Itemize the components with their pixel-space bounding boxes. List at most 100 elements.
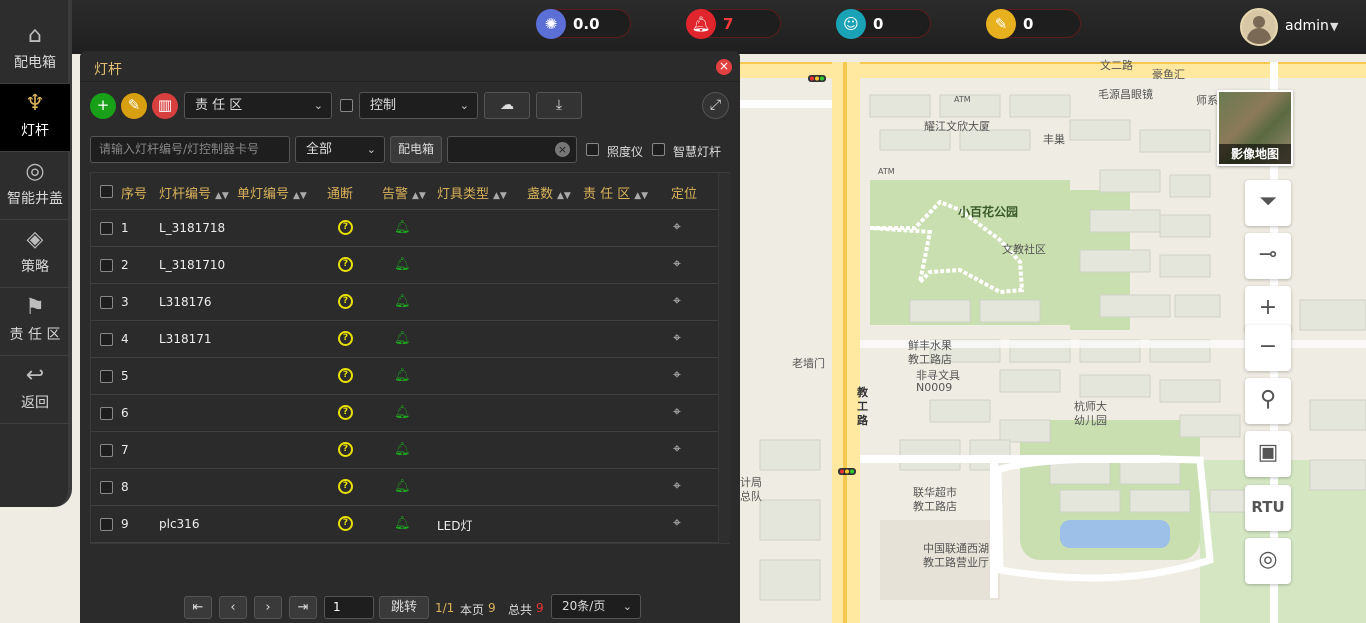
chevron-down-icon: ⌄	[313, 99, 323, 112]
location-pin-icon[interactable]: ⌖	[673, 404, 681, 420]
brightness-stat[interactable]: ✺ 0.0	[536, 9, 631, 39]
switch-status-icon[interactable]: ?	[338, 220, 353, 235]
rtu-button[interactable]: RTU	[1245, 485, 1291, 531]
cloud-download-button[interactable]: ☁	[484, 92, 530, 119]
alarm-stat[interactable]: 🔔︎ 7	[686, 9, 781, 39]
first-page-button[interactable]: ⇤	[184, 596, 212, 619]
table-row[interactable]: 4 L318171? 🔔︎ ⌖	[91, 321, 718, 358]
switch-status-icon[interactable]: ?	[338, 516, 353, 531]
row-checkbox[interactable]	[100, 407, 113, 420]
switch-status-icon[interactable]: ?	[338, 442, 353, 457]
header-count[interactable]: 盏数 ▲▼	[527, 183, 571, 202]
sidebar-item-strategy[interactable]: ◈ 策略	[0, 220, 70, 288]
measure-button[interactable]: ⊸	[1245, 233, 1291, 279]
header-alarm[interactable]: 告警 ▲▼	[382, 183, 426, 202]
location-pin-icon[interactable]: ⌖	[673, 293, 681, 309]
alarm-bell-icon[interactable]: 🔔︎	[394, 220, 411, 235]
status-select[interactable]: 全部 ⌄	[295, 136, 385, 163]
switch-status-icon[interactable]: ?	[338, 479, 353, 494]
filter-button[interactable]: ⏷	[1245, 180, 1291, 226]
alarm-bell-icon[interactable]: 🔔︎	[394, 442, 411, 457]
row-checkbox[interactable]	[100, 481, 113, 494]
row-checkbox[interactable]	[100, 518, 113, 531]
last-page-button[interactable]: ⇥	[289, 596, 317, 619]
close-button[interactable]: ×	[716, 59, 732, 75]
download-button[interactable]: ⤓	[536, 92, 582, 119]
table-row[interactable]: 3 L318176? 🔔︎ ⌖	[91, 284, 718, 321]
alarm-bell-icon[interactable]: 🔔︎	[394, 479, 411, 494]
locate-button[interactable]: ◎	[1245, 538, 1291, 584]
header-switch[interactable]: 通断	[327, 183, 353, 202]
row-checkbox[interactable]	[100, 296, 113, 309]
add-button[interactable]: +	[90, 93, 116, 119]
switch-status-icon[interactable]: ?	[338, 257, 353, 272]
next-page-button[interactable]: ›	[254, 596, 282, 619]
scrollbar[interactable]	[718, 173, 730, 543]
header-lamp-type[interactable]: 灯具类型 ▲▼	[437, 183, 507, 202]
alarm-bell-icon[interactable]: 🔔︎	[394, 294, 411, 309]
alarm-bell-icon[interactable]: 🔔︎	[394, 405, 411, 420]
toolbox-button[interactable]: ▣	[1245, 431, 1291, 477]
location-pin-icon[interactable]: ⌖	[673, 515, 681, 531]
table-row[interactable]: 1 L_3181718? 🔔︎ ⌖	[91, 210, 718, 247]
sidebar-item-lamp-pole[interactable]: ♆ 灯杆	[0, 84, 70, 152]
distribution-box-input[interactable]: ×	[447, 136, 577, 163]
chevron-down-icon: ⌄	[366, 143, 376, 156]
switch-status-icon[interactable]: ?	[338, 294, 353, 309]
location-pin-icon[interactable]: ⌖	[673, 478, 681, 494]
sidebar-item-manhole[interactable]: ◎ 智能井盖	[0, 152, 70, 220]
zoom-out-button[interactable]: −	[1245, 325, 1291, 371]
select-all-checkbox[interactable]	[100, 185, 113, 198]
table-row[interactable]: 9 plc316? 🔔︎ LED灯 ⌖	[91, 506, 718, 543]
alarm-bell-icon[interactable]: 🔔︎	[394, 257, 411, 272]
sidebar-item-back[interactable]: ↩ 返回	[0, 356, 70, 424]
location-pin-icon[interactable]: ⌖	[673, 441, 681, 457]
search-map-button[interactable]: ⚲	[1245, 378, 1291, 424]
per-page-select[interactable]: 20条/页 ⌄	[551, 594, 641, 619]
row-checkbox[interactable]	[100, 259, 113, 272]
light-meter-checkbox[interactable]	[586, 143, 599, 156]
table-row[interactable]: 6? 🔔︎ ⌖	[91, 395, 718, 432]
satellite-map-toggle[interactable]: 影像地图	[1217, 90, 1293, 166]
page-input[interactable]: 1	[324, 596, 374, 619]
switch-status-icon[interactable]: ?	[338, 405, 353, 420]
jump-button[interactable]: 跳转	[379, 596, 429, 619]
row-checkbox[interactable]	[100, 333, 113, 346]
table-row[interactable]: 7? 🔔︎ ⌖	[91, 432, 718, 469]
header-no[interactable]: 序号	[121, 183, 147, 202]
row-checkbox[interactable]	[100, 222, 113, 235]
row-checkbox[interactable]	[100, 444, 113, 457]
sidebar-item-distribution-box[interactable]: ⌂ 配电箱	[0, 16, 70, 84]
alarm-bell-icon[interactable]: 🔔︎	[394, 368, 411, 383]
distribution-box-button[interactable]: 配电箱	[390, 136, 442, 163]
control-checkbox[interactable]	[340, 99, 353, 112]
control-select[interactable]: 控制 ⌄	[359, 92, 478, 119]
row-checkbox[interactable]	[100, 370, 113, 383]
header-locate[interactable]: 定位	[671, 183, 697, 202]
location-pin-icon[interactable]: ⌖	[673, 256, 681, 272]
location-pin-icon[interactable]: ⌖	[673, 330, 681, 346]
expand-button[interactable]: ⤢	[702, 92, 729, 119]
location-pin-icon[interactable]: ⌖	[673, 367, 681, 383]
delete-button[interactable]: ▥	[152, 93, 178, 119]
clear-icon[interactable]: ×	[555, 142, 570, 157]
sidebar-item-zone[interactable]: ⚑ 责 任 区	[0, 288, 70, 356]
table-row[interactable]: 5? 🔔︎ ⌖	[91, 358, 718, 395]
alarm-bell-icon[interactable]: 🔔︎	[394, 331, 411, 346]
header-lamp-no[interactable]: 单灯编号 ▲▼	[237, 183, 307, 202]
prev-page-button[interactable]: ‹	[219, 596, 247, 619]
header-pole-no[interactable]: 灯杆编号 ▲▼	[159, 183, 229, 202]
location-pin-icon[interactable]: ⌖	[673, 219, 681, 235]
switch-status-icon[interactable]: ?	[338, 331, 353, 346]
smart-pole-checkbox[interactable]	[652, 143, 665, 156]
switch-status-icon[interactable]: ?	[338, 368, 353, 383]
table-row[interactable]: 8? 🔔︎ ⌖	[91, 469, 718, 506]
note-stat[interactable]: ✎ 0	[986, 9, 1081, 39]
alarm-bell-icon[interactable]: 🔔︎	[394, 516, 411, 531]
zone-select[interactable]: 责 任 区 ⌄	[184, 92, 332, 119]
header-zone[interactable]: 责 任 区 ▲▼	[583, 183, 648, 202]
edit-button[interactable]: ✎	[121, 93, 147, 119]
search-input[interactable]: 请输入灯杆编号/灯控制器卡号	[90, 136, 290, 163]
user-stat[interactable]: ☺ 0	[836, 9, 931, 39]
table-row[interactable]: 2 L_3181710? 🔔︎ ⌖	[91, 247, 718, 284]
